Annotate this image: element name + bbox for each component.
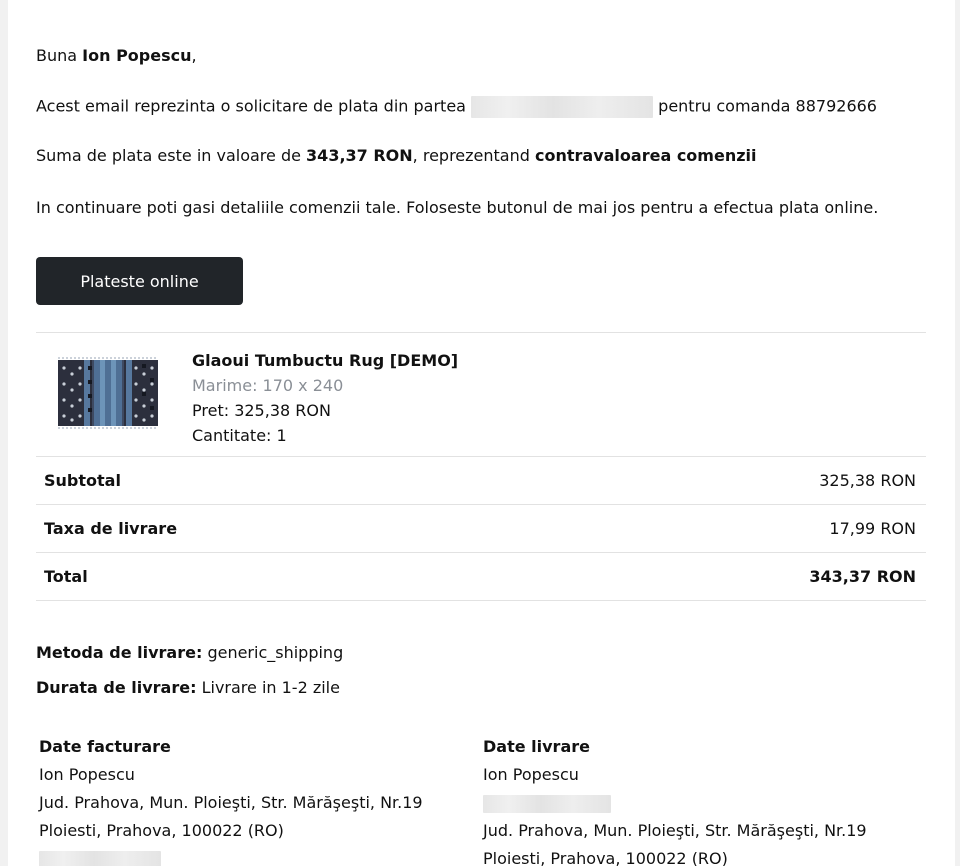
totals-value: 17,99 RON xyxy=(829,519,916,538)
greeting-suffix: , xyxy=(191,46,197,65)
product-name[interactable]: Glaoui Tumbuctu Rug [DEMO] xyxy=(192,348,458,373)
instructions-line: In continuare poti gasi detaliile comenz… xyxy=(36,198,879,217)
delivery-city: Ploiesti, Prahova, 100022 (RO) xyxy=(483,849,728,866)
intro-text-before: Acest email reprezinta o solicitare de p… xyxy=(36,96,466,116)
shipping-method-value: generic_shipping xyxy=(207,643,344,662)
amount-reason: contravaloarea comenzii xyxy=(535,146,757,165)
redacted-delivery-phone xyxy=(483,794,611,813)
delivery-address: Date livrare Ion Popescu Jud. Prahova, M… xyxy=(483,733,867,866)
product-info: Glaoui Tumbuctu Rug [DEMO] Marime: 170 x… xyxy=(192,348,458,448)
shipping-duration-label: Durata de livrare: xyxy=(36,678,197,697)
email-frame: Buna Ion Popescu, Acest email reprezinta… xyxy=(8,0,955,866)
billing-city: Ploiesti, Prahova, 100022 (RO) xyxy=(39,821,284,840)
billing-address: Date facturare Ion Popescu Jud. Prahova,… xyxy=(39,733,423,866)
redacted-merchant xyxy=(471,96,654,118)
amount-line: Suma de plata este in valoare de 343,37 … xyxy=(36,146,756,166)
billing-street: Jud. Prahova, Mun. Ploieşti, Str. Mărăşe… xyxy=(39,793,423,812)
greeting-line: Buna Ion Popescu, xyxy=(36,46,197,66)
totals-label: Total xyxy=(44,567,88,586)
billing-name: Ion Popescu xyxy=(39,765,135,784)
product-size: Marime: 170 x 240 xyxy=(192,376,344,395)
totals-label: Subtotal xyxy=(44,471,121,490)
shipping-duration-value: Livrare in 1-2 zile xyxy=(201,678,340,697)
billing-title: Date facturare xyxy=(39,737,171,756)
product-price: Pret: 325,38 RON xyxy=(192,401,331,420)
shipping-method: Metoda de livrare: generic_shipping xyxy=(36,643,343,663)
product-row: Glaoui Tumbuctu Rug [DEMO] Marime: 170 x… xyxy=(36,334,926,456)
shipping-duration: Durata de livrare: Livrare in 1-2 zile xyxy=(36,678,340,698)
totals-label: Taxa de livrare xyxy=(44,519,178,538)
divider xyxy=(36,332,926,333)
totals-row-total: Total 343,37 RON xyxy=(36,553,926,601)
amount-middle: , reprezentand xyxy=(412,146,530,165)
shipping-method-label: Metoda de livrare: xyxy=(36,643,203,662)
totals-value: 343,37 RON xyxy=(809,567,916,586)
delivery-street: Jud. Prahova, Mun. Ploieşti, Str. Mărăşe… xyxy=(483,821,867,840)
customer-name: Ion Popescu xyxy=(82,46,192,65)
pay-online-button[interactable]: Plateste online xyxy=(36,257,243,305)
greeting-prefix: Buna xyxy=(36,46,78,65)
intro-line: Acest email reprezinta o solicitare de p… xyxy=(36,96,877,118)
intro-text-after: pentru comanda 88792666 xyxy=(658,96,877,116)
delivery-name: Ion Popescu xyxy=(483,765,579,784)
divider xyxy=(36,600,926,601)
product-quantity: Cantitate: 1 xyxy=(192,426,287,445)
totals-row-shipping: Taxa de livrare 17,99 RON xyxy=(36,505,926,553)
amount-value: 343,37 RON xyxy=(306,146,413,165)
amount-prefix: Suma de plata este in valoare de xyxy=(36,146,301,165)
redacted-billing-phone xyxy=(39,850,161,866)
rug-image-icon xyxy=(58,357,158,429)
totals-row-subtotal: Subtotal 325,38 RON xyxy=(36,457,926,505)
totals-value: 325,38 RON xyxy=(819,471,916,490)
delivery-title: Date livrare xyxy=(483,737,590,756)
